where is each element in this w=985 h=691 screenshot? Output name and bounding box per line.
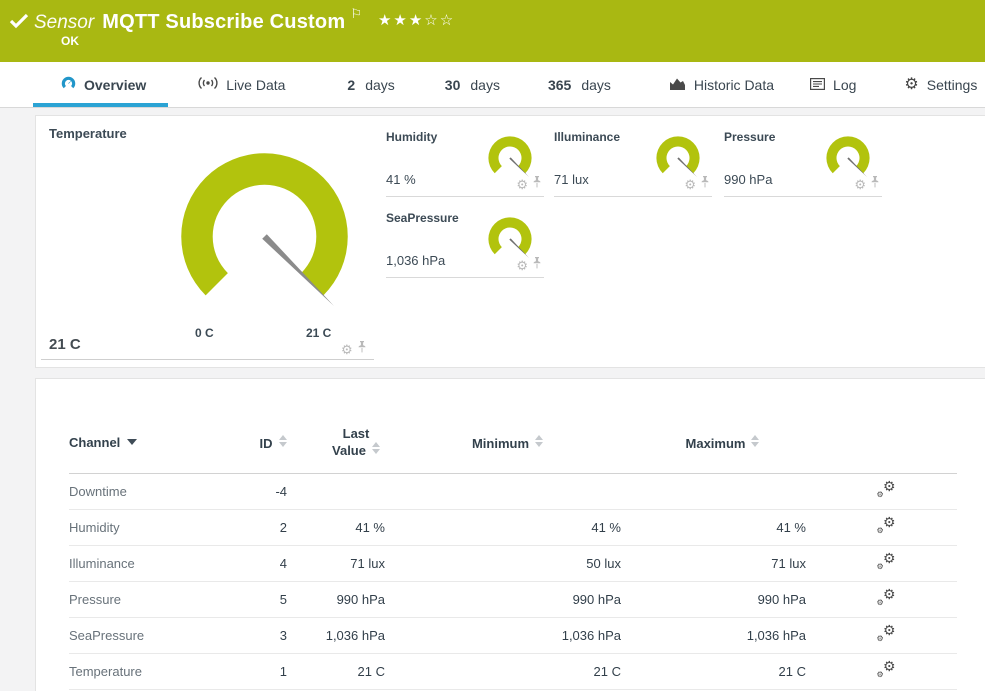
gauge-scale-min: 0 C bbox=[195, 326, 214, 340]
column-header-channel[interactable]: Channel bbox=[69, 413, 253, 473]
sensor-status-bar: Sensor MQTT Subscribe Custom ⚐ ★★★☆☆ OK bbox=[0, 0, 985, 62]
gauge-settings-gear-icon[interactable]: ⚙ bbox=[854, 178, 866, 191]
channel-settings-icon[interactable]: ⚙⚙ bbox=[877, 481, 896, 498]
page-title: MQTT Subscribe Custom bbox=[102, 11, 345, 33]
gauge-settings-gear-icon[interactable]: ⚙ bbox=[516, 259, 528, 272]
pin-icon[interactable] bbox=[870, 175, 880, 193]
channel-name[interactable]: Downtime bbox=[69, 473, 253, 509]
gauge-title: SeaPressure bbox=[386, 211, 459, 225]
sort-icon bbox=[279, 435, 287, 447]
gauge-settings-gear-icon[interactable]: ⚙ bbox=[341, 343, 353, 356]
tab-live-data[interactable]: Live Data bbox=[198, 62, 285, 107]
tab-log[interactable]: Log bbox=[810, 62, 856, 107]
flag-icon[interactable]: ⚐ bbox=[350, 6, 362, 21]
gauge-value: 990 hPa bbox=[724, 172, 772, 187]
channel-name[interactable]: Pressure bbox=[69, 581, 253, 617]
channel-settings-icon[interactable]: ⚙⚙ bbox=[877, 589, 896, 606]
gauges-panel: Temperature 0 C 21 C 21 C ⚙ Humidity 41 … bbox=[35, 115, 985, 368]
table-row[interactable]: Temperature 1 21 C 21 C 21 C ⚙⚙ bbox=[69, 653, 957, 689]
sort-icon bbox=[751, 435, 759, 447]
tab-30-days[interactable]: 30days bbox=[445, 62, 500, 107]
channel-settings-icon[interactable]: ⚙⚙ bbox=[877, 553, 896, 570]
object-kind-label: Sensor bbox=[34, 12, 94, 33]
table-header-row: Channel ID Last Value Minimum Maximum bbox=[69, 413, 957, 473]
gauge-value: 41 % bbox=[386, 172, 416, 187]
channel-settings-icon[interactable]: ⚙⚙ bbox=[877, 517, 896, 534]
status-ok-check-icon bbox=[9, 13, 29, 34]
table-row[interactable]: Illuminance 4 71 lux 50 lux 71 lux ⚙⚙ bbox=[69, 545, 957, 581]
gauge-value: 1,036 hPa bbox=[386, 253, 445, 268]
tab-2-days[interactable]: 2days bbox=[347, 62, 394, 107]
divider bbox=[41, 359, 374, 360]
gauge-block-seapressure: SeaPressure 1,036 hPa ⚙ bbox=[386, 207, 544, 278]
pin-icon[interactable] bbox=[700, 175, 710, 193]
tab-365-days[interactable]: 365days bbox=[548, 62, 611, 107]
tab-bar: Overview Live Data 2days 30days 365days … bbox=[0, 62, 985, 108]
gauge-title: Humidity bbox=[386, 130, 437, 144]
table-row[interactable]: SeaPressure 3 1,036 hPa 1,036 hPa 1,036 … bbox=[69, 617, 957, 653]
column-header-id[interactable]: ID bbox=[253, 413, 293, 473]
table-row[interactable]: Pressure 5 990 hPa 990 hPa 990 hPa ⚙⚙ bbox=[69, 581, 957, 617]
tab-overview[interactable]: Overview bbox=[33, 62, 168, 107]
channel-settings-icon[interactable]: ⚙⚙ bbox=[877, 661, 896, 678]
channels-table: Channel ID Last Value Minimum Maximum Do… bbox=[69, 413, 957, 690]
column-header-actions bbox=[815, 413, 957, 473]
primary-gauge-title: Temperature bbox=[49, 126, 127, 141]
log-list-icon bbox=[810, 77, 825, 93]
pin-icon[interactable] bbox=[357, 340, 367, 358]
channel-name[interactable]: SeaPressure bbox=[69, 617, 253, 653]
channel-name[interactable]: Illuminance bbox=[69, 545, 253, 581]
channel-settings-icon[interactable]: ⚙⚙ bbox=[877, 625, 896, 642]
gauge-icon bbox=[61, 76, 76, 94]
status-badge: OK bbox=[61, 34, 79, 48]
channels-panel: Channel ID Last Value Minimum Maximum Do… bbox=[35, 378, 985, 691]
broadcast-icon bbox=[198, 76, 218, 93]
gauge-title: Pressure bbox=[724, 130, 775, 144]
gauge-title: Illuminance bbox=[554, 130, 620, 144]
gauge-value: 71 lux bbox=[554, 172, 589, 187]
tab-historic-data[interactable]: Historic Data bbox=[669, 62, 774, 107]
table-row[interactable]: Humidity 2 41 % 41 % 41 % ⚙⚙ bbox=[69, 509, 957, 545]
priority-stars[interactable]: ★★★☆☆ bbox=[378, 12, 455, 29]
gauge-settings-gear-icon[interactable]: ⚙ bbox=[516, 178, 528, 191]
pin-icon[interactable] bbox=[532, 175, 542, 193]
sorted-desc-icon bbox=[127, 439, 137, 445]
channel-name[interactable]: Humidity bbox=[69, 509, 253, 545]
column-header-last-value[interactable]: Last Value bbox=[293, 413, 385, 473]
table-row[interactable]: Downtime -4 ⚙⚙ bbox=[69, 473, 957, 509]
channel-name[interactable]: Temperature bbox=[69, 653, 253, 689]
gauge-scale-max: 21 C bbox=[306, 326, 331, 340]
column-header-maximum[interactable]: Maximum bbox=[630, 413, 815, 473]
temperature-gauge bbox=[172, 144, 357, 329]
tab-settings[interactable]: ⚙ Settings bbox=[904, 62, 977, 107]
gauge-block-humidity: Humidity 41 % ⚙ bbox=[386, 126, 544, 197]
gear-icon: ⚙ bbox=[904, 77, 918, 93]
sort-icon bbox=[372, 442, 380, 454]
column-header-minimum[interactable]: Minimum bbox=[385, 413, 630, 473]
primary-gauge-value: 21 C bbox=[49, 336, 81, 353]
area-chart-icon bbox=[669, 77, 686, 93]
sort-icon bbox=[535, 435, 543, 447]
pin-icon[interactable] bbox=[532, 256, 542, 274]
gauge-settings-gear-icon[interactable]: ⚙ bbox=[684, 178, 696, 191]
gauge-block-pressure: Pressure 990 hPa ⚙ bbox=[724, 126, 882, 197]
gauge-block-illuminance: Illuminance 71 lux ⚙ bbox=[554, 126, 712, 197]
